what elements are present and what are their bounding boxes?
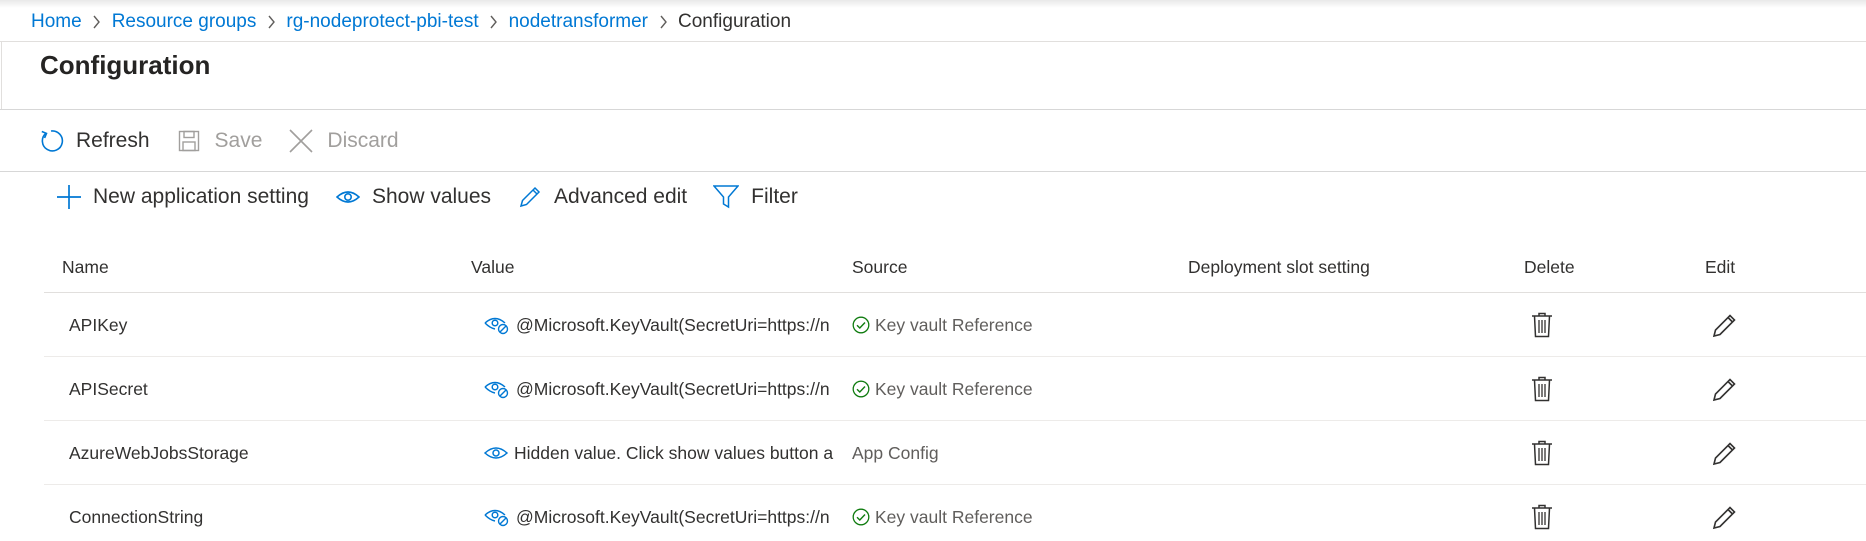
edit-button[interactable] xyxy=(1712,485,1742,541)
edit-button[interactable] xyxy=(1712,293,1742,357)
save-icon xyxy=(177,129,201,153)
chevron-right-icon xyxy=(82,15,112,29)
pencil-icon xyxy=(1712,312,1738,338)
new-application-setting-label: New application setting xyxy=(93,185,309,208)
breadcrumb: Home Resource groups rg-nodeprotect-pbi-… xyxy=(31,9,791,35)
trash-icon xyxy=(1531,312,1553,338)
setting-name: ConnectionString xyxy=(69,506,204,527)
app-settings-table: Name Value Source Deployment slot settin… xyxy=(44,249,1866,541)
trash-icon xyxy=(1531,504,1553,530)
chevron-right-icon xyxy=(648,15,678,29)
table-body: APIKey @Microsoft.KeyVault(SecretUri=htt… xyxy=(44,293,1866,541)
divider xyxy=(0,109,1866,110)
setting-name: APISecret xyxy=(69,378,148,399)
advanced-edit-button[interactable]: Advanced edit xyxy=(518,174,687,220)
setting-value-text: @Microsoft.KeyVault(SecretUri=https://n xyxy=(516,378,830,399)
breadcrumb-current: Configuration xyxy=(678,11,792,32)
eye-icon[interactable] xyxy=(484,445,508,461)
table-row[interactable]: ConnectionString @Microsoft.KeyVault(Sec… xyxy=(44,485,1866,541)
column-header-value[interactable]: Value xyxy=(471,257,514,278)
setting-source: Key vault Reference xyxy=(852,357,1182,421)
column-header-delete: Delete xyxy=(1524,257,1575,277)
pencil-icon xyxy=(518,185,542,209)
setting-source-text: Key vault Reference xyxy=(875,314,1033,335)
discard-button[interactable]: Discard xyxy=(288,118,399,164)
setting-value-text: Hidden value. Click show values button a xyxy=(514,442,834,463)
page-title: Configuration xyxy=(40,50,211,80)
refresh-icon xyxy=(38,128,64,154)
blade-left-border xyxy=(1,41,2,110)
top-shadow xyxy=(0,0,1866,8)
delete-button[interactable] xyxy=(1531,485,1561,541)
breadcrumb-resource-groups[interactable]: Resource groups xyxy=(112,11,257,33)
filter-icon xyxy=(713,185,740,209)
show-values-label: Show values xyxy=(371,185,492,208)
plus-icon xyxy=(56,184,82,210)
pencil-icon xyxy=(1712,376,1738,402)
breadcrumb-app[interactable]: nodetransformer xyxy=(509,11,648,33)
edit-button[interactable] xyxy=(1712,421,1742,485)
chevron-right-icon xyxy=(479,15,509,29)
edit-button[interactable] xyxy=(1712,357,1742,421)
eye-icon xyxy=(335,189,360,205)
column-header-source[interactable]: Source xyxy=(852,257,907,278)
setting-value-text: @Microsoft.KeyVault(SecretUri=https://n xyxy=(516,314,830,335)
setting-source-text: Key vault Reference xyxy=(875,378,1033,399)
delete-button[interactable] xyxy=(1531,357,1561,421)
setting-value: @Microsoft.KeyVault(SecretUri=https://n xyxy=(484,293,842,357)
chevron-right-icon xyxy=(256,15,286,29)
filter-button[interactable]: Filter xyxy=(713,174,798,220)
save-label: Save xyxy=(214,129,263,152)
column-header-name[interactable]: Name xyxy=(62,257,109,278)
eye-hidden-icon[interactable] xyxy=(484,379,510,399)
column-header-slot-setting[interactable]: Deployment slot setting xyxy=(1188,257,1370,278)
discard-label: Discard xyxy=(327,129,399,152)
pencil-icon xyxy=(1712,440,1738,466)
close-icon xyxy=(288,128,314,154)
setting-source: Key vault Reference xyxy=(852,293,1182,357)
settings-toolbar: New application setting Show values Adva… xyxy=(0,176,798,218)
new-application-setting-button[interactable]: New application setting xyxy=(56,174,309,220)
refresh-button[interactable]: Refresh xyxy=(38,118,150,164)
setting-value: Hidden value. Click show values button a xyxy=(484,421,842,485)
trash-icon xyxy=(1531,376,1553,402)
setting-source-text: App Config xyxy=(852,442,939,463)
save-button[interactable]: Save xyxy=(177,118,263,164)
advanced-edit-label: Advanced edit xyxy=(554,185,688,208)
check-circle-icon xyxy=(852,316,870,334)
table-row[interactable]: APISecret @Microsoft.KeyVault(SecretUri=… xyxy=(44,357,1866,421)
filter-label: Filter xyxy=(751,185,798,208)
check-circle-icon xyxy=(852,508,870,526)
delete-button[interactable] xyxy=(1531,421,1561,485)
setting-value: @Microsoft.KeyVault(SecretUri=https://n xyxy=(484,357,842,421)
table-row[interactable]: APIKey @Microsoft.KeyVault(SecretUri=htt… xyxy=(44,293,1866,357)
eye-hidden-icon[interactable] xyxy=(484,507,510,527)
setting-value: @Microsoft.KeyVault(SecretUri=https://n xyxy=(484,485,842,541)
divider xyxy=(0,171,1866,172)
setting-source: Key vault Reference xyxy=(852,485,1182,541)
blade-top-border xyxy=(0,41,1866,42)
show-values-button[interactable]: Show values xyxy=(335,174,492,220)
refresh-label: Refresh xyxy=(76,129,150,152)
setting-name: AzureWebJobsStorage xyxy=(69,442,249,463)
column-header-edit: Edit xyxy=(1705,257,1736,277)
breadcrumb-home[interactable]: Home xyxy=(31,11,82,33)
setting-name: APIKey xyxy=(69,314,128,335)
eye-hidden-icon[interactable] xyxy=(484,315,510,335)
trash-icon xyxy=(1531,440,1553,466)
pencil-icon xyxy=(1712,504,1738,530)
setting-source: App Config xyxy=(852,421,1182,485)
setting-source-text: Key vault Reference xyxy=(875,506,1033,527)
delete-button[interactable] xyxy=(1531,293,1561,357)
setting-value-text: @Microsoft.KeyVault(SecretUri=https://n xyxy=(516,506,830,527)
table-header: Name Value Source Deployment slot settin… xyxy=(44,249,1866,293)
command-bar: Refresh Save Discard xyxy=(0,118,399,164)
table-row[interactable]: AzureWebJobsStorage Hidden value. Click … xyxy=(44,421,1866,485)
breadcrumb-resource-group[interactable]: rg-nodeprotect-pbi-test xyxy=(286,11,478,33)
check-circle-icon xyxy=(852,380,870,398)
